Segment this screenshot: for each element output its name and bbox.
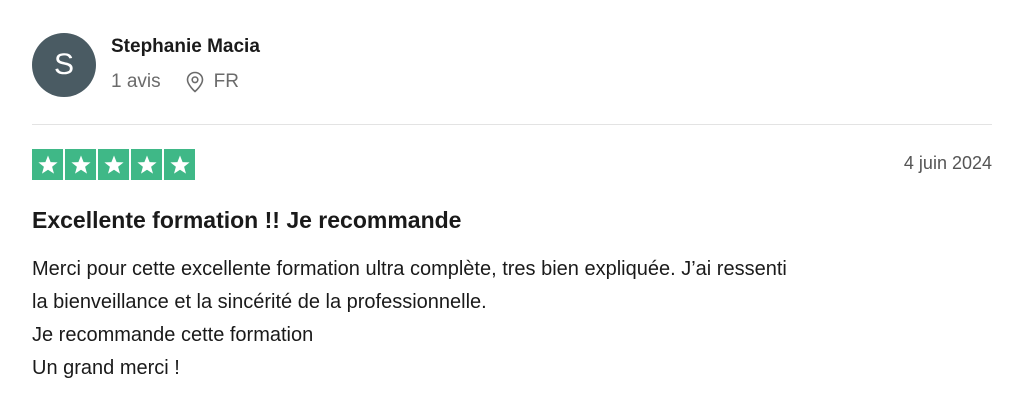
- star-icon: [131, 149, 162, 180]
- review-body-line: Merci pour cette excellente formation ul…: [32, 258, 787, 280]
- review-body: Merci pour cette excellente formation ul…: [32, 253, 1007, 385]
- star-icon: [164, 149, 195, 180]
- review-card: S Stephanie Macia 1 avis FR 4 juin 2024 …: [32, 0, 992, 412]
- reviewer-meta: 1 avis FR: [111, 70, 239, 94]
- review-body-line: Je recommande cette formation: [32, 324, 314, 346]
- star-icon: [65, 149, 96, 180]
- star-icon: [32, 149, 63, 180]
- review-body-line: Un grand merci !: [32, 357, 180, 379]
- review-body-line: la bienveillance et la sincérité de la p…: [32, 291, 487, 313]
- divider: [32, 124, 992, 125]
- reviewer-country: FR: [213, 71, 239, 92]
- reviewer-name[interactable]: Stephanie Macia: [111, 36, 260, 58]
- location-pin-icon: [185, 71, 205, 93]
- avatar[interactable]: S: [32, 33, 96, 97]
- review-title[interactable]: Excellente formation !! Je recommande: [32, 207, 461, 234]
- star-rating: [32, 149, 195, 180]
- reviewer-header: S Stephanie Macia 1 avis FR: [32, 30, 992, 100]
- reviews-count: 1 avis: [111, 71, 161, 92]
- review-date: 4 juin 2024: [903, 153, 992, 173]
- star-icon: [98, 149, 129, 180]
